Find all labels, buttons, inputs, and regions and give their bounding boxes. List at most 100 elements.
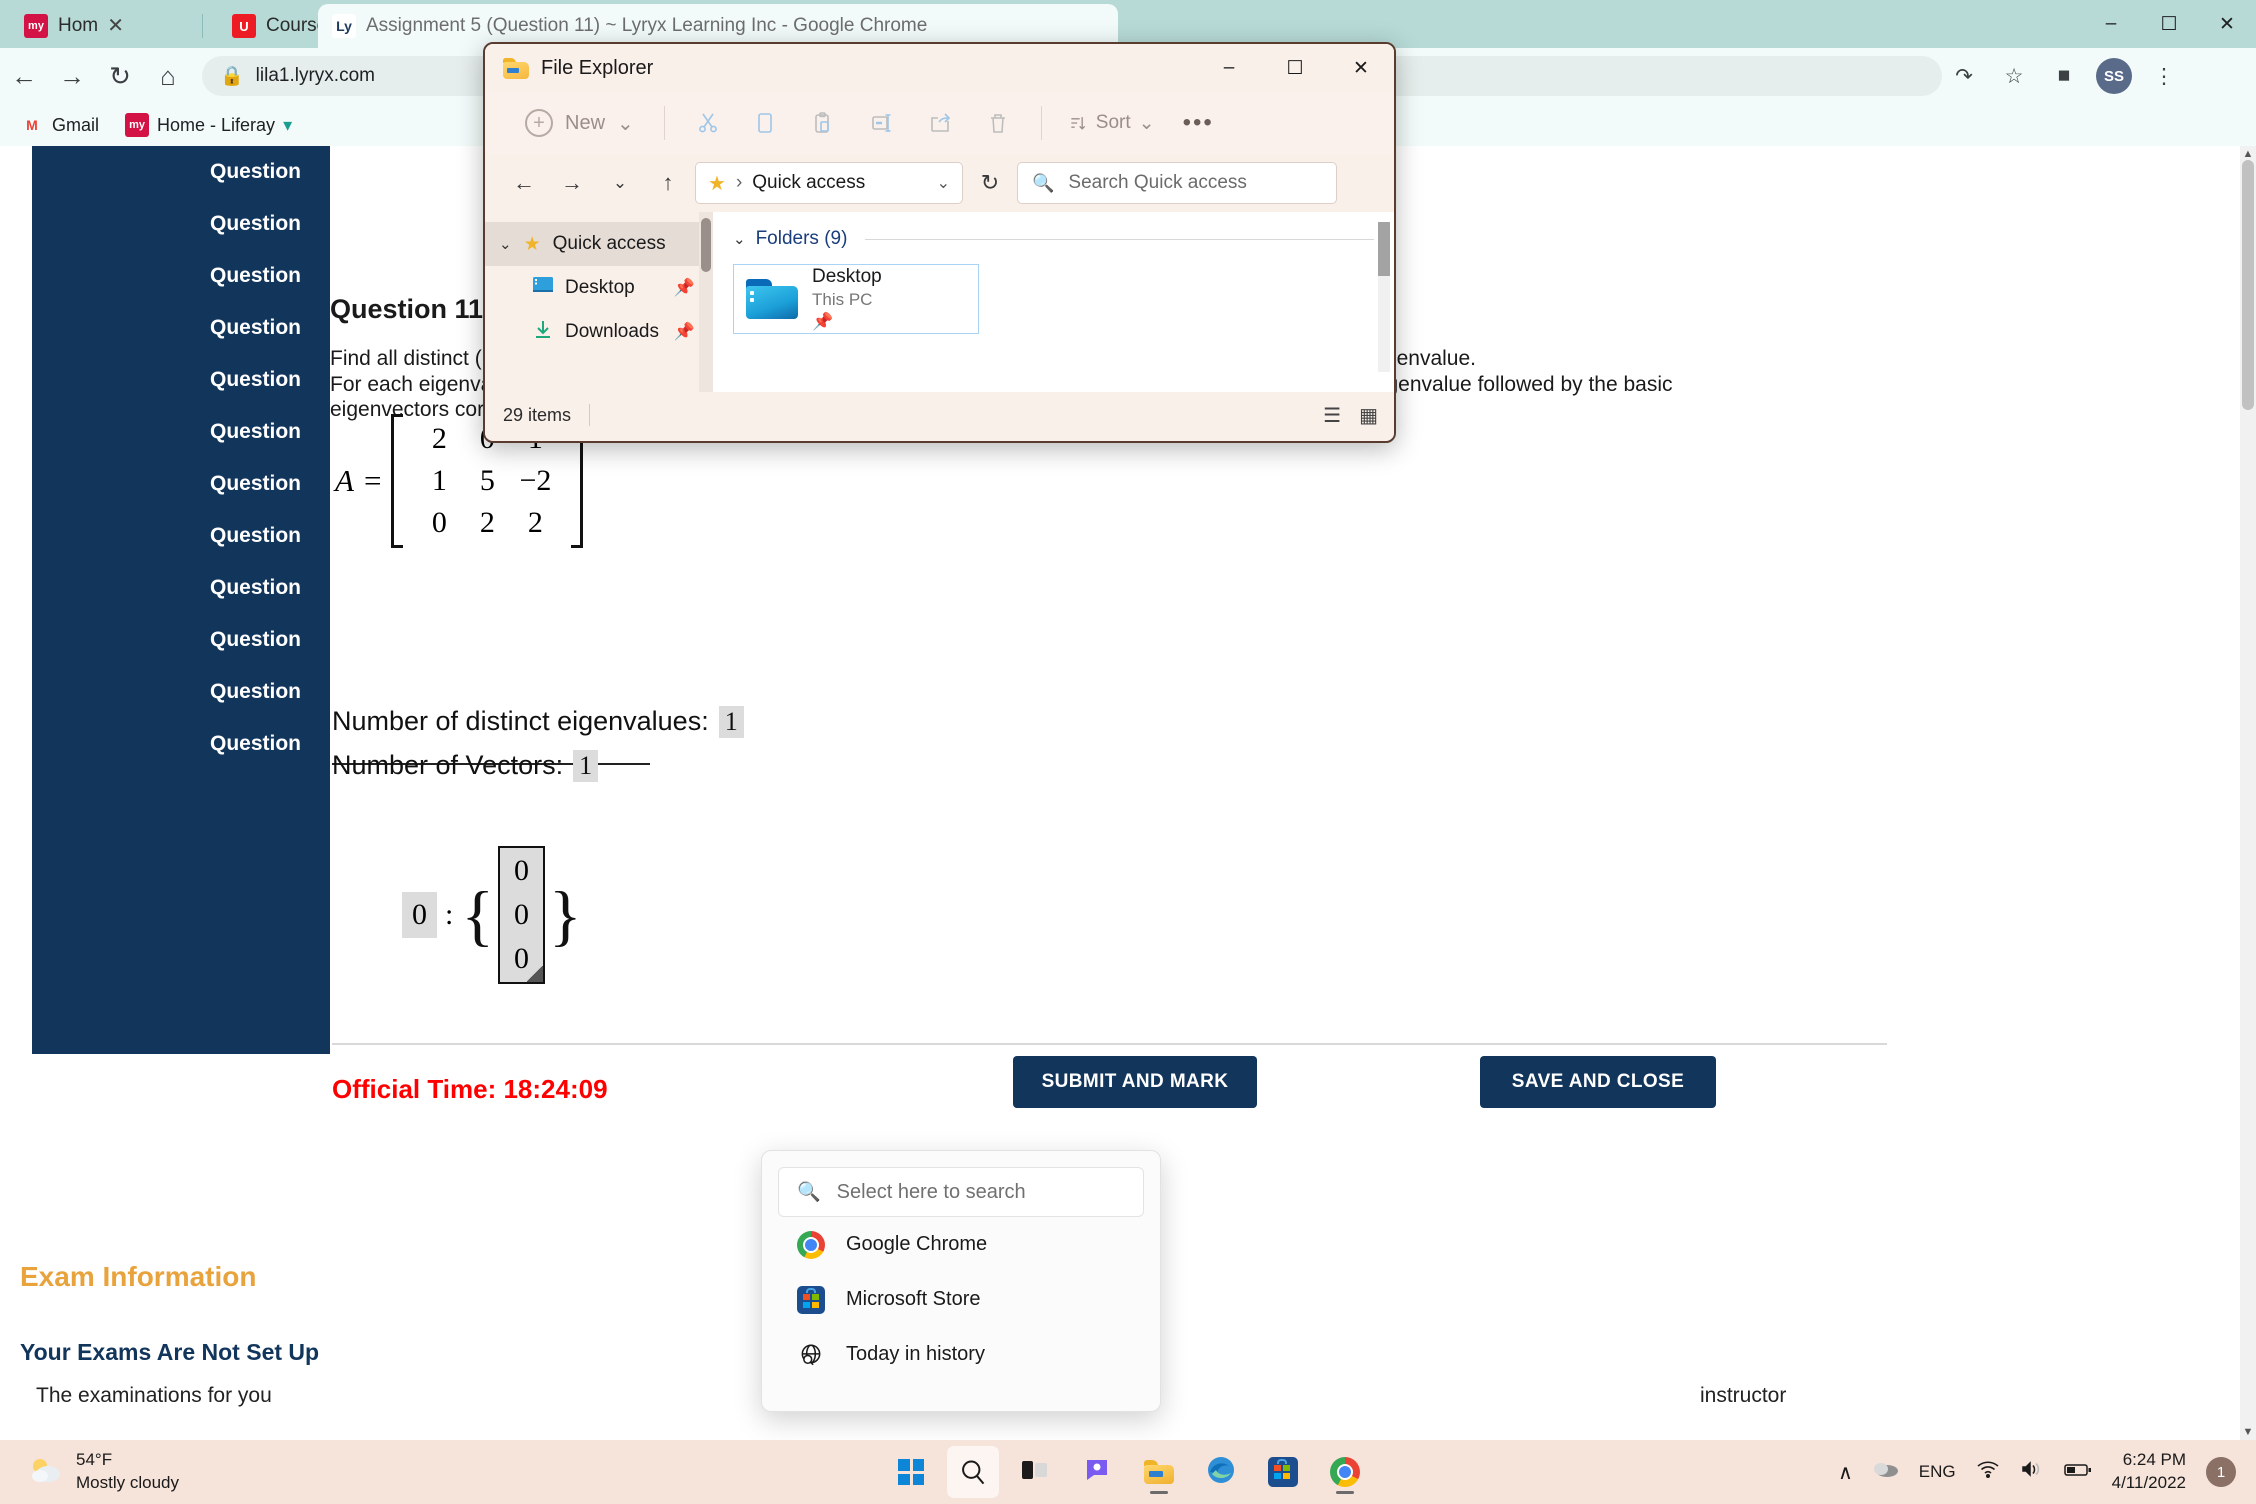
paste-icon[interactable]	[795, 99, 853, 147]
forward-icon[interactable]: →	[48, 52, 96, 100]
sidebar-item-question[interactable]: Question	[32, 458, 330, 510]
share-icon[interactable]: ↷	[1942, 54, 1986, 98]
sidebar-item-question[interactable]: Question	[32, 146, 330, 198]
maximize-icon[interactable]: ☐	[1262, 44, 1328, 92]
page-scrollbar-thumb[interactable]	[2242, 160, 2254, 410]
list-view-icon[interactable]: ☰	[1323, 403, 1341, 428]
cut-icon[interactable]	[679, 99, 737, 147]
delete-icon[interactable]	[969, 99, 1027, 147]
recent-locations-icon[interactable]: ⌄	[599, 162, 641, 204]
bookmark-star-icon[interactable]: ☆	[1992, 54, 2036, 98]
close-icon[interactable]: ✕	[1328, 44, 1394, 92]
sidebar-item-desktop[interactable]: Desktop 📌	[485, 266, 713, 310]
task-view-button[interactable]	[1009, 1446, 1061, 1498]
windows-search-input[interactable]: 🔍 Select here to search	[778, 1167, 1144, 1217]
extensions-icon[interactable]: ■	[2042, 54, 2086, 98]
navigation-pane-scrollbar[interactable]	[699, 212, 713, 392]
file-explorer-button[interactable]	[1133, 1446, 1185, 1498]
sidebar-item-question[interactable]: Question	[32, 614, 330, 666]
volume-icon[interactable]	[2020, 1460, 2044, 1484]
resize-handle[interactable]	[526, 966, 543, 982]
language-indicator[interactable]: ENG	[1919, 1462, 1956, 1482]
share-icon[interactable]	[911, 99, 969, 147]
submit-and-mark-button[interactable]: SUBMIT AND MARK	[1013, 1056, 1257, 1108]
chevron-down-icon[interactable]: ⌄	[937, 173, 950, 193]
folder-tile-desktop[interactable]: Desktop This PC 📌	[733, 264, 979, 334]
forward-icon[interactable]: →	[551, 162, 593, 204]
sidebar-item-label: Desktop	[565, 277, 635, 298]
search-button[interactable]	[947, 1446, 999, 1498]
sidebar-item-question[interactable]: Question	[32, 666, 330, 718]
chrome-menu-icon[interactable]: ⋮	[2142, 54, 2186, 98]
bookmark-liferay[interactable]: my Home - Liferay ▾	[125, 113, 292, 137]
pin-icon[interactable]: 📌	[674, 278, 695, 298]
search-result-microsoft-store[interactable]: Microsoft Store	[778, 1272, 1144, 1327]
folders-group-header[interactable]: ⌄ Folders (9)	[733, 228, 1374, 250]
battery-icon[interactable]	[2063, 1461, 2092, 1484]
eigenvalue-input[interactable]: 0	[402, 892, 437, 938]
wifi-icon[interactable]	[1976, 1460, 2000, 1484]
sidebar-item-question[interactable]: Question	[32, 562, 330, 614]
notification-badge[interactable]: 1	[2206, 1457, 2236, 1487]
sidebar-item-question[interactable]: Question	[32, 198, 330, 250]
rename-icon[interactable]	[853, 99, 911, 147]
sidebar-item-question[interactable]: Question	[32, 354, 330, 406]
weather-widget[interactable]: 54°F Mostly cloudy	[0, 1449, 179, 1495]
sort-button[interactable]: Sort ⌄	[1056, 112, 1167, 135]
save-and-close-button[interactable]: SAVE AND CLOSE	[1480, 1056, 1716, 1108]
breadcrumb[interactable]: ★ › Quick access ⌄	[695, 162, 963, 204]
edge-button[interactable]	[1195, 1446, 1247, 1498]
scroll-down-icon[interactable]: ▼	[2240, 1424, 2256, 1440]
back-icon[interactable]: ←	[0, 52, 48, 100]
clock[interactable]: 6:24 PM 4/11/2022	[2112, 1449, 2186, 1495]
sidebar-item-question[interactable]: Question	[32, 302, 330, 354]
number-of-vectors-input[interactable]: 1	[573, 750, 599, 782]
tray-overflow-icon[interactable]: ∧	[1838, 1460, 1853, 1485]
close-icon[interactable]: ✕	[2198, 0, 2256, 48]
new-button[interactable]: + New ⌄	[509, 101, 650, 145]
back-icon[interactable]: ←	[503, 162, 545, 204]
search-result-today-in-history[interactable]: Today in history	[778, 1327, 1144, 1382]
eigenvector-cell[interactable]: 0	[514, 854, 529, 888]
sidebar-item-question[interactable]: Question	[32, 718, 330, 770]
search-input[interactable]: 🔍 Search Quick access	[1017, 162, 1337, 204]
maximize-icon[interactable]: ☐	[2140, 0, 2198, 48]
navigation-pane-scrollbar-thumb[interactable]	[701, 218, 711, 272]
chevron-down-icon[interactable]: ▾	[283, 115, 292, 136]
sidebar-item-question[interactable]: Question	[32, 250, 330, 302]
chrome-button[interactable]	[1319, 1446, 1371, 1498]
sidebar-item-quick-access[interactable]: ⌄ ★ Quick access	[485, 222, 713, 266]
reload-icon[interactable]: ↻	[96, 52, 144, 100]
distinct-eigenvalues-input[interactable]: 1	[718, 706, 744, 738]
chat-button[interactable]	[1071, 1446, 1123, 1498]
minimize-icon[interactable]: –	[1196, 44, 1262, 92]
chat-icon	[1083, 1456, 1111, 1489]
copy-icon[interactable]	[737, 99, 795, 147]
more-options-icon[interactable]: •••	[1167, 109, 1230, 137]
search-result-google-chrome[interactable]: Google Chrome	[778, 1217, 1144, 1272]
file-explorer-titlebar[interactable]: File Explorer – ☐ ✕	[485, 44, 1394, 92]
browser-tab-home[interactable]: my Home - Life ✕	[10, 4, 138, 48]
chevron-down-icon[interactable]: ⌄	[617, 111, 634, 136]
start-button[interactable]	[885, 1446, 937, 1498]
minimize-icon[interactable]: –	[2082, 0, 2140, 48]
chevron-down-icon[interactable]: ⌄	[733, 230, 746, 248]
cloud-icon[interactable]	[1873, 1460, 1899, 1484]
eigenvector-matrix-input[interactable]: 0 0 0	[497, 846, 545, 984]
chevron-down-icon[interactable]: ⌄	[1139, 112, 1155, 135]
refresh-icon[interactable]: ↻	[969, 162, 1011, 204]
sidebar-item-question[interactable]: Question	[32, 510, 330, 562]
close-icon[interactable]: ✕	[107, 16, 124, 36]
store-button[interactable]	[1257, 1446, 1309, 1498]
content-scrollbar-thumb[interactable]	[1378, 222, 1390, 276]
chevron-down-icon[interactable]: ⌄	[499, 235, 512, 253]
avatar[interactable]: SS	[2092, 54, 2136, 98]
eigenvector-cell[interactable]: 0	[514, 898, 529, 932]
up-icon[interactable]: ↑	[647, 162, 689, 204]
pin-icon[interactable]: 📌	[674, 322, 695, 342]
home-icon[interactable]: ⌂	[144, 52, 192, 100]
sidebar-item-question[interactable]: Question	[32, 406, 330, 458]
bookmark-gmail[interactable]: M Gmail	[20, 113, 99, 137]
sidebar-item-downloads[interactable]: Downloads 📌	[485, 310, 713, 354]
details-view-icon[interactable]: ▦	[1359, 403, 1378, 428]
